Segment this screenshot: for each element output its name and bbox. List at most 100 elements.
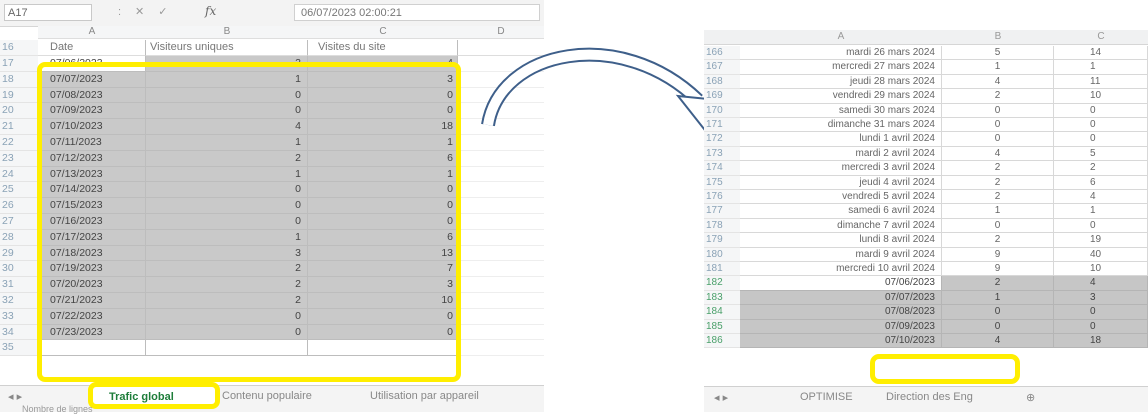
row-number[interactable]: 185 (704, 319, 740, 334)
cell-visites[interactable]: 0 (1054, 319, 1148, 334)
cell-visites[interactable]: 19 (1054, 233, 1148, 248)
cell-visitors-header[interactable]: Visiteurs uniques (146, 40, 308, 56)
row-number[interactable]: 177 (704, 204, 740, 219)
row-number[interactable]: 24 (0, 166, 38, 183)
cell-visiteurs[interactable]: 9 (942, 262, 1054, 277)
cell-visiteurs[interactable]: 0 (942, 118, 1054, 133)
name-box[interactable]: A17 (4, 4, 92, 21)
cell-date[interactable]: samedi 30 mars 2024 (740, 103, 942, 118)
row-number[interactable]: 17 (0, 56, 38, 72)
cell-visites[interactable]: 0 (1054, 305, 1148, 320)
cell-visiteurs[interactable]: 4 (942, 146, 1054, 162)
column-header-c[interactable]: C (308, 26, 458, 39)
cell-visiteurs[interactable]: 4 (942, 334, 1054, 349)
row-number[interactable]: 34 (0, 324, 38, 341)
row-number[interactable]: 28 (0, 229, 38, 246)
row-number[interactable]: 171 (704, 118, 740, 133)
row-number[interactable]: 181 (704, 262, 740, 277)
cell-d[interactable] (458, 150, 544, 167)
tab-trafic-global[interactable]: Trafic global (88, 382, 220, 409)
cell-date[interactable]: mercredi 3 avril 2024 (740, 161, 942, 176)
row-number[interactable]: 166 (704, 46, 740, 61)
row-number[interactable]: 179 (704, 233, 740, 248)
cell-visites[interactable]: 1 (1054, 60, 1148, 75)
cell-date[interactable]: dimanche 31 mars 2024 (740, 118, 942, 133)
cell-visiteurs[interactable]: 0 (942, 218, 1054, 234)
row-number[interactable]: 29 (0, 245, 38, 262)
cell-date[interactable]: mardi 9 avril 2024 (740, 247, 942, 262)
row-number[interactable]: 35 (0, 340, 38, 357)
row-number[interactable]: 168 (704, 74, 740, 90)
cell-d[interactable] (458, 198, 544, 214)
cell-visiteurs[interactable]: 0 (942, 132, 1054, 147)
cell-visiteurs[interactable]: 1 (942, 204, 1054, 219)
row-number[interactable]: 180 (704, 247, 740, 262)
cell-date[interactable]: 07/09/2023 (740, 319, 942, 334)
cell-visiteurs[interactable]: 0 (942, 319, 1054, 334)
cell-date[interactable]: jeudi 28 mars 2024 (740, 74, 942, 90)
cell-visiteurs[interactable]: 2 (942, 233, 1054, 248)
tab-nav-arrows[interactable]: ◂ ▸ (714, 391, 728, 404)
row-number[interactable]: 30 (0, 261, 38, 278)
tab-optimise[interactable]: OPTIMISE (800, 391, 853, 403)
cell-visiteurs[interactable]: 0 (942, 103, 1054, 118)
formula-input[interactable]: 06/07/2023 02:00:21 (294, 4, 540, 21)
cell-visites[interactable]: 3 (1054, 290, 1148, 306)
cell-visites[interactable]: 10 (1054, 262, 1148, 277)
cell-visites[interactable]: 14 (1054, 46, 1148, 61)
row-number[interactable]: 175 (704, 175, 740, 190)
tab-contenu-populaire[interactable]: Contenu populaire (222, 390, 312, 402)
cell-visiteurs[interactable]: 0 (942, 305, 1054, 320)
row-number[interactable]: 170 (704, 103, 740, 118)
cell-d[interactable] (458, 324, 544, 341)
cell-visits-header[interactable]: Visites du site (308, 40, 458, 56)
cell-date[interactable]: mercredi 27 mars 2024 (740, 60, 942, 75)
cell-d[interactable] (458, 245, 544, 262)
cell-date[interactable]: mercredi 10 avril 2024 (740, 262, 942, 277)
cell-visites[interactable]: 4 (1054, 276, 1148, 291)
cell-visiteurs[interactable]: 1 (942, 60, 1054, 75)
cell-visiteurs[interactable]: 2 (942, 175, 1054, 190)
cell-date[interactable]: jeudi 4 avril 2024 (740, 175, 942, 190)
row-number[interactable]: 21 (0, 119, 38, 135)
cell-visites[interactable]: 4 (1054, 190, 1148, 205)
row-number[interactable]: 182 (704, 276, 740, 291)
tab-utilisation-appareil[interactable]: Utilisation par appareil (370, 390, 479, 402)
tab-nav-arrows[interactable]: ◂ ▸ (8, 390, 22, 403)
cell-visites[interactable]: 0 (1054, 132, 1148, 147)
row-number[interactable]: 178 (704, 218, 740, 234)
cell-visiteurs[interactable]: 2 (942, 89, 1054, 104)
cell-d[interactable] (458, 229, 544, 246)
row-number[interactable]: 172 (704, 132, 740, 147)
row-number[interactable]: 25 (0, 182, 38, 199)
cell-d[interactable] (458, 182, 544, 199)
cell-d[interactable] (458, 166, 544, 183)
cell-visiteurs[interactable]: 1 (942, 290, 1054, 306)
cell-visites[interactable]: 5 (1054, 146, 1148, 162)
row-number[interactable]: 31 (0, 277, 38, 293)
select-all-corner[interactable] (704, 30, 740, 45)
row-number[interactable]: 169 (704, 89, 740, 104)
row-number[interactable]: 26 (0, 198, 38, 214)
add-sheet-icon[interactable]: ⊕ (1026, 391, 1035, 404)
cell-visiteurs[interactable]: 4 (942, 74, 1054, 90)
row-number[interactable]: 16 (0, 40, 38, 56)
cell-visites[interactable]: 0 (1054, 218, 1148, 234)
cell-date[interactable]: samedi 6 avril 2024 (740, 204, 942, 219)
row-number[interactable]: 23 (0, 150, 38, 167)
column-header-c[interactable]: C (1054, 30, 1148, 45)
cell-visites[interactable]: 2 (1054, 161, 1148, 176)
row-number[interactable]: 176 (704, 190, 740, 205)
cell-date[interactable]: 07/08/2023 (740, 305, 942, 320)
tab-direction-des-eng[interactable]: Direction des Eng (886, 391, 973, 403)
cell-visites[interactable]: 11 (1054, 74, 1148, 90)
cell-visites[interactable]: 0 (1054, 103, 1148, 118)
row-number[interactable]: 167 (704, 60, 740, 75)
cell-d[interactable] (458, 308, 544, 325)
row-number[interactable]: 173 (704, 146, 740, 162)
cell-visiteurs[interactable]: 9 (942, 247, 1054, 262)
cell-date[interactable]: mardi 26 mars 2024 (740, 46, 942, 61)
cell-d[interactable] (458, 277, 544, 293)
row-number[interactable]: 33 (0, 308, 38, 325)
row-number[interactable]: 27 (0, 214, 38, 230)
